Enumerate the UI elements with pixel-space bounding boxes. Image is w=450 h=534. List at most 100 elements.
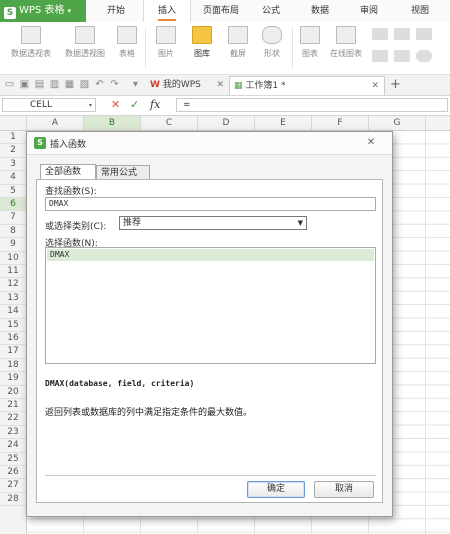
- screenshot-icon: [228, 26, 248, 44]
- chevron-down-icon: ▾: [67, 7, 71, 15]
- list-item[interactable]: DMAX: [47, 249, 374, 261]
- row-header[interactable]: 22: [0, 412, 26, 426]
- format-painter-icon[interactable]: ▧: [79, 79, 90, 90]
- row-header[interactable]: 3: [0, 158, 26, 172]
- category-select[interactable]: 推荐 ▼: [119, 216, 307, 230]
- tab-formulas[interactable]: 公式: [254, 0, 288, 22]
- doc-tab-my-wps[interactable]: W 我的WPS ✕: [146, 76, 228, 95]
- export-icon[interactable]: ▦: [64, 79, 75, 90]
- tab-review[interactable]: 审阅: [352, 0, 386, 22]
- chart-button[interactable]: 图表: [296, 26, 324, 59]
- row-header[interactable]: 8: [0, 225, 26, 239]
- ribbon-button-label: 图片: [158, 49, 174, 58]
- row-header[interactable]: 23: [0, 426, 26, 440]
- cancel-button[interactable]: 取消: [314, 481, 374, 498]
- shape-button[interactable]: 形状: [256, 26, 288, 59]
- formula-input[interactable]: =: [176, 98, 448, 112]
- row-header[interactable]: 9: [0, 238, 26, 252]
- tab-home[interactable]: 开始: [96, 0, 136, 22]
- ok-button[interactable]: 确定: [247, 481, 305, 498]
- column-header[interactable]: F: [312, 116, 369, 130]
- category-label: 或选择类别(C):: [45, 222, 107, 232]
- row-header[interactable]: 26: [0, 466, 26, 480]
- function-syntax: DMAX(database, field, criteria): [45, 379, 195, 388]
- row-header[interactable]: 13: [0, 292, 26, 306]
- confirm-formula-icon[interactable]: ✓: [130, 98, 139, 112]
- select-all-corner[interactable]: [0, 116, 27, 130]
- tab-data[interactable]: 数据: [303, 0, 337, 22]
- column-header[interactable]: D: [198, 116, 255, 130]
- table-button[interactable]: 表格: [114, 26, 140, 59]
- search-function-input[interactable]: DMAX: [45, 197, 376, 211]
- row-header[interactable]: 4: [0, 171, 26, 185]
- pivot-chart-button[interactable]: 数据透视图: [60, 26, 110, 59]
- row-header[interactable]: 14: [0, 305, 26, 319]
- tab-page-layout[interactable]: 页面布局: [195, 0, 247, 22]
- chart-type-gallery[interactable]: [370, 28, 448, 68]
- row-header[interactable]: 5: [0, 185, 26, 198]
- spreadsheet-file-icon: ▦: [234, 81, 243, 91]
- gallery-button[interactable]: 图库: [186, 26, 218, 59]
- column-header[interactable]: E: [255, 116, 312, 130]
- row-header[interactable]: 7: [0, 211, 26, 225]
- search-function-label: 查找函数(S):: [45, 187, 97, 197]
- column-header[interactable]: A: [27, 116, 84, 130]
- app-menu-button[interactable]: S WPS 表格 ▾: [0, 0, 86, 22]
- open-folder-icon[interactable]: ▭: [4, 79, 15, 90]
- row-header[interactable]: 25: [0, 453, 26, 466]
- cancel-formula-icon[interactable]: ✕: [111, 98, 120, 112]
- name-box[interactable]: CELL ▾: [2, 98, 96, 112]
- online-chart-button[interactable]: 在线图表: [326, 26, 366, 59]
- save-icon[interactable]: ▣: [19, 79, 30, 90]
- tab-all-functions[interactable]: 全部函数: [40, 164, 96, 179]
- function-list[interactable]: DMAX: [45, 247, 376, 364]
- tab-common-formulas[interactable]: 常用公式: [96, 165, 150, 179]
- undo-icon[interactable]: ↶: [94, 79, 105, 90]
- row-header[interactable]: 16: [0, 332, 26, 346]
- row-header[interactable]: 18: [0, 359, 26, 373]
- ribbon: 数据透视表 数据透视图 表格 图片 图库 截屏 形状 图表 在线图表: [0, 22, 450, 75]
- pivot-table-button[interactable]: 数据透视表: [6, 26, 56, 59]
- row-header[interactable]: 27: [0, 479, 26, 493]
- row-header[interactable]: 15: [0, 319, 26, 332]
- insert-function-dialog: S 插入函数 ✕ 全部函数 常用公式 查找函数(S): DMAX 或选择类别(C…: [26, 131, 393, 517]
- close-dialog-icon[interactable]: ✕: [363, 136, 379, 149]
- ribbon-divider: [292, 28, 293, 68]
- row-header[interactable]: 12: [0, 278, 26, 292]
- row-header[interactable]: 21: [0, 399, 26, 413]
- chart-icon: [300, 26, 320, 44]
- column-header[interactable]: C: [141, 116, 198, 130]
- dialog-title-bar[interactable]: S 插入函数 ✕: [27, 132, 392, 155]
- row-header[interactable]: 11: [0, 265, 26, 279]
- bar-chart-icon: [372, 28, 388, 40]
- row-header[interactable]: 1: [0, 131, 26, 145]
- row-header[interactable]: 19: [0, 372, 26, 386]
- row-header[interactable]: 17: [0, 345, 26, 359]
- column-header[interactable]: B: [84, 116, 141, 130]
- row-header[interactable]: 20: [0, 386, 26, 399]
- ribbon-button-label: 图表: [302, 49, 318, 58]
- close-tab-icon[interactable]: ✕: [216, 76, 224, 95]
- new-tab-plus-icon[interactable]: +: [390, 76, 401, 94]
- chevron-down-icon[interactable]: ▾: [130, 79, 141, 90]
- insert-function-fx-button[interactable]: fx: [150, 98, 160, 112]
- print-icon[interactable]: ▥: [49, 79, 60, 90]
- tab-view[interactable]: 视图: [403, 0, 437, 22]
- screenshot-button[interactable]: 截屏: [222, 26, 254, 59]
- ribbon-tab-bar: S WPS 表格 ▾ 开始 插入 页面布局 公式 数据 审阅 视图: [0, 0, 450, 23]
- functions-panel: 查找函数(S): DMAX 或选择类别(C): 推荐 ▼ 选择函数(N): DM…: [36, 179, 383, 503]
- row-header[interactable]: 24: [0, 439, 26, 453]
- row-header[interactable]: 6: [0, 198, 26, 212]
- row-header[interactable]: 2: [0, 144, 26, 158]
- row-header[interactable]: 28: [0, 493, 26, 507]
- close-tab-icon[interactable]: ✕: [371, 77, 379, 96]
- tab-insert[interactable]: 插入: [143, 0, 191, 23]
- column-header[interactable]: G: [369, 116, 426, 130]
- redo-icon[interactable]: ↷: [109, 79, 120, 90]
- row-header[interactable]: 10: [0, 252, 26, 265]
- category-value: 推荐: [123, 218, 142, 228]
- print-preview-icon[interactable]: ▤: [34, 79, 45, 90]
- doc-tab-workbook1[interactable]: ▦ 工作簿1 * ✕: [229, 76, 385, 95]
- online-chart-icon: [336, 26, 356, 44]
- picture-button[interactable]: 图片: [150, 26, 182, 59]
